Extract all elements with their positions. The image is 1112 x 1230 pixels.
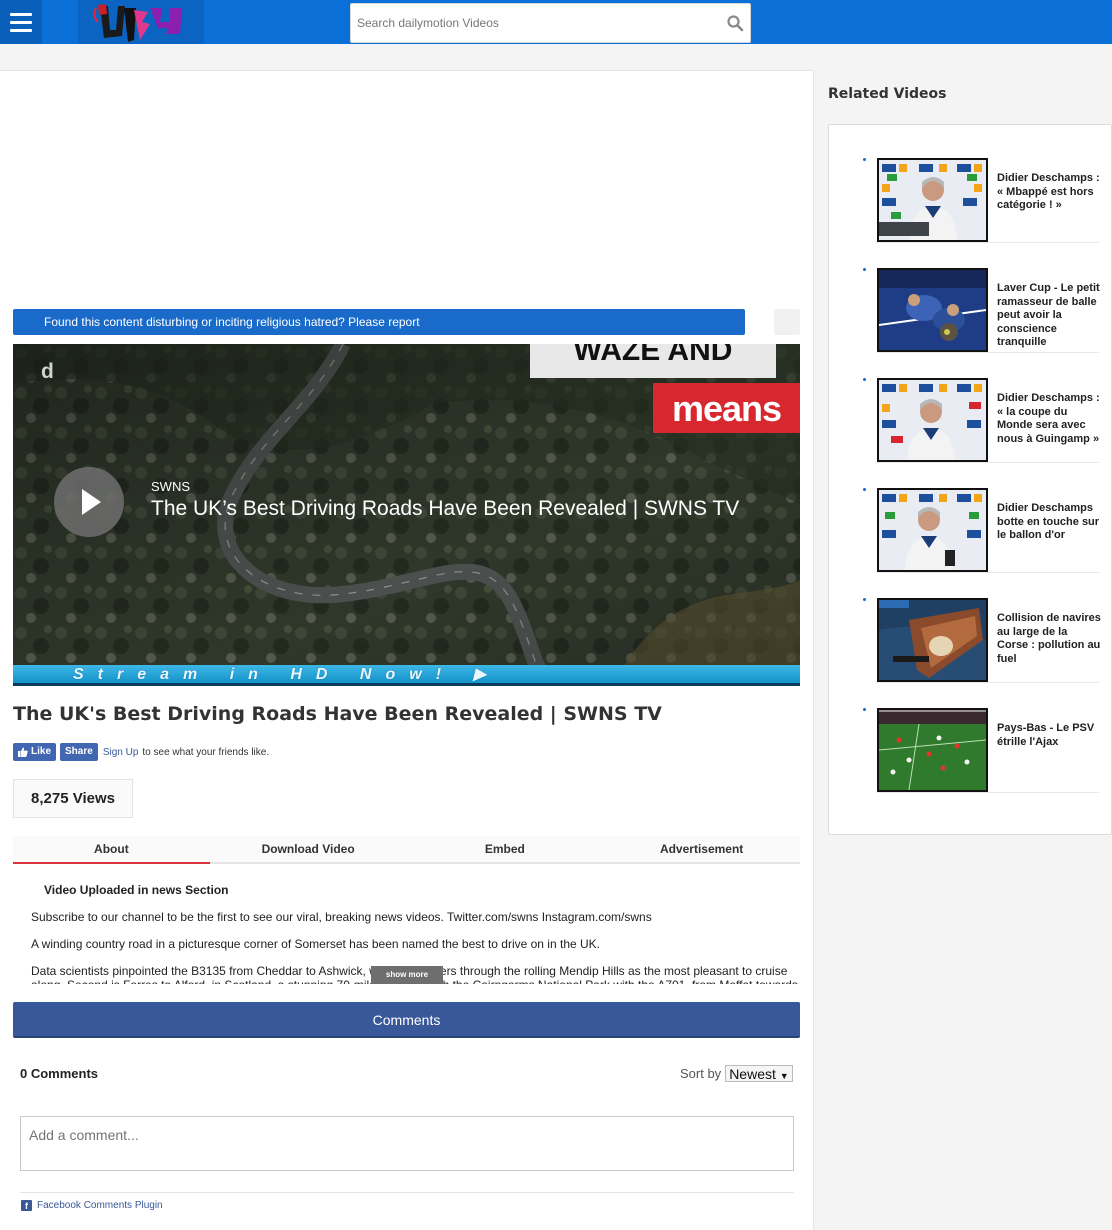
- show-more-button[interactable]: show more: [371, 966, 443, 984]
- related-video-item[interactable]: Didier Deschamps : « la coupe du Monde s…: [863, 378, 1101, 463]
- related-video-title[interactable]: Collision de navires au large de la Cors…: [997, 612, 1101, 666]
- top-navigation-bar: [0, 0, 1112, 44]
- stream-hd-banner-text: Stream in HD Now!: [73, 666, 456, 683]
- share-label: Share: [65, 746, 93, 757]
- related-video-thumbnail[interactable]: [877, 268, 988, 352]
- video-title: The UK's Best Driving Roads Have Been Re…: [13, 703, 662, 725]
- sort-label: Sort by: [680, 1066, 722, 1081]
- comments-header-bar[interactable]: Comments: [13, 1002, 800, 1038]
- related-video-title[interactable]: Pays-Bas - Le PSV étrille l'Ajax: [997, 722, 1101, 749]
- list-bullet: [863, 598, 866, 601]
- facebook-plugin-label: Facebook Comments Plugin: [37, 1200, 163, 1211]
- list-bullet: [863, 708, 866, 711]
- related-video-title[interactable]: Laver Cup - Le petit ramasseur de balle …: [997, 282, 1101, 350]
- dropdown-caret-icon: ▼: [779, 1071, 789, 1081]
- sort-select-value: Newest: [729, 1066, 776, 1082]
- related-video-thumbnail[interactable]: [877, 488, 988, 572]
- facebook-like-row: Like Share Sign Up to see what your frie…: [13, 743, 269, 761]
- facebook-signup-link[interactable]: Sign Up: [103, 747, 139, 758]
- tab-download-video[interactable]: Download Video: [210, 836, 407, 862]
- video-info-tabs: About Download Video Embed Advertisement: [13, 836, 800, 864]
- list-bullet: [863, 378, 866, 381]
- tab-embed[interactable]: Embed: [407, 836, 604, 862]
- sort-select[interactable]: Newest ▼: [725, 1065, 793, 1082]
- video-overlay-sign-red: means: [653, 383, 800, 433]
- related-video-thumbnail[interactable]: [877, 158, 988, 242]
- view-count: 8,275 Views: [13, 779, 133, 818]
- facebook-comments-plugin-link[interactable]: f Facebook Comments Plugin: [21, 1200, 163, 1211]
- comment-divider: [20, 1192, 794, 1193]
- stream-hd-banner[interactable]: Stream in HD Now! ▶: [13, 665, 800, 686]
- related-video-title[interactable]: Didier Deschamps : « la coupe du Monde s…: [997, 392, 1101, 446]
- dailymotion-logo: d: [41, 360, 54, 383]
- list-bullet: [863, 158, 866, 161]
- related-video-thumbnail[interactable]: [877, 598, 988, 682]
- related-video-item[interactable]: Collision de navires au large de la Cors…: [863, 598, 1101, 683]
- comment-sort: Sort by Newest ▼: [680, 1065, 793, 1082]
- search-bar: [350, 3, 751, 43]
- comment-input[interactable]: [20, 1116, 794, 1171]
- related-video-item[interactable]: Didier Deschamps botte en touche sur le …: [863, 488, 1101, 573]
- related-video-item[interactable]: Didier Deschamps : « Mbappé est hors cat…: [863, 158, 1101, 243]
- report-content-banner[interactable]: Found this content disturbing or incitin…: [13, 309, 745, 335]
- related-videos-panel: Didier Deschamps : « Mbappé est hors cat…: [828, 124, 1112, 835]
- related-video-title[interactable]: Didier Deschamps : « Mbappé est hors cat…: [997, 172, 1101, 213]
- tab-advertisement[interactable]: Advertisement: [603, 836, 800, 862]
- search-input[interactable]: [351, 4, 711, 42]
- video-player[interactable]: d WAZE AND means SWNS The UK’s Best Driv…: [13, 344, 800, 686]
- facebook-icon: f: [21, 1200, 32, 1211]
- video-overlay-sign: WAZE AND: [530, 344, 776, 378]
- list-bullet: [863, 488, 866, 491]
- related-video-thumbnail[interactable]: [877, 378, 988, 462]
- list-bullet: [863, 268, 866, 271]
- related-video-item[interactable]: Laver Cup - Le petit ramasseur de balle …: [863, 268, 1101, 353]
- comment-count: 0 Comments: [20, 1066, 99, 1081]
- video-overlay-title[interactable]: The UK’s Best Driving Roads Have Been Re…: [151, 497, 739, 521]
- related-videos-title: Related Videos: [828, 86, 947, 102]
- related-video-thumbnail[interactable]: [877, 708, 988, 792]
- related-video-item[interactable]: Pays-Bas - Le PSV étrille l'Ajax: [863, 708, 1101, 793]
- play-button[interactable]: [54, 467, 124, 537]
- related-video-title[interactable]: Didier Deschamps botte en touche sur le …: [997, 502, 1101, 543]
- about-section-heading: Video Uploaded in news Section: [44, 883, 229, 897]
- about-paragraph: A winding country road in a picturesque …: [31, 937, 600, 951]
- about-paragraph: Subscribe to our channel to be the first…: [31, 910, 652, 924]
- tab-about[interactable]: About: [13, 836, 210, 864]
- like-label: Like: [31, 746, 52, 757]
- search-icon[interactable]: [726, 14, 744, 32]
- video-channel-name[interactable]: SWNS: [151, 479, 190, 494]
- hamburger-menu-icon[interactable]: [0, 0, 42, 44]
- site-logo[interactable]: [78, 0, 204, 44]
- facebook-like-button[interactable]: Like: [13, 743, 57, 761]
- facebook-signup-text: to see what your friends like.: [142, 746, 270, 758]
- facebook-share-button[interactable]: Share: [60, 743, 98, 761]
- report-side-button[interactable]: [774, 309, 800, 335]
- thumbs-up-icon: [18, 747, 28, 757]
